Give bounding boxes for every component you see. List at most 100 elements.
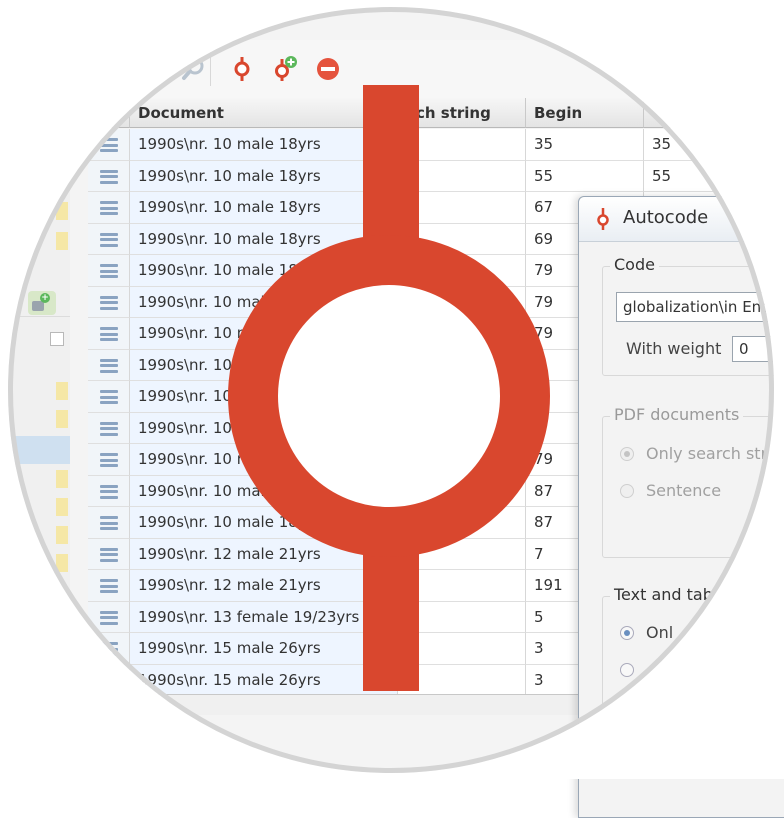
row-handle[interactable] xyxy=(88,255,130,287)
column-header-icon xyxy=(88,98,130,128)
column-header-label: Begin xyxy=(534,104,583,122)
sentence-option-radio[interactable] xyxy=(620,484,634,498)
drag-handle-icon xyxy=(100,642,118,656)
drag-handle-icon xyxy=(100,295,118,310)
cell-begin: 55 xyxy=(526,160,644,192)
row-handle[interactable] xyxy=(88,349,130,381)
row-handle[interactable] xyxy=(88,381,130,413)
row-handle[interactable] xyxy=(88,538,130,570)
tree-bar xyxy=(56,382,68,400)
cell-search-string xyxy=(398,412,526,444)
cell-search-string xyxy=(398,129,526,161)
new-document-icon[interactable]: + xyxy=(28,291,56,315)
row-handle[interactable] xyxy=(88,507,130,539)
row-handle[interactable] xyxy=(88,664,130,696)
drag-handle-icon xyxy=(100,610,118,625)
text-option-radio[interactable] xyxy=(620,626,634,640)
text-option-label: Onl xyxy=(646,623,674,642)
dialog-title: Autocode xyxy=(623,207,709,228)
cell-document: 1990s\nr. 15 male 26yrs xyxy=(130,664,398,696)
column-header-search-string[interactable]: ch string xyxy=(398,98,526,128)
cell-end: 35 xyxy=(644,129,784,161)
table-row[interactable]: 1990s\nr. 10 male 18yrs 55 55 xyxy=(88,160,784,192)
cell-search-string xyxy=(398,381,526,413)
cell-search-string xyxy=(398,318,526,350)
cell-search-string xyxy=(398,349,526,381)
row-handle[interactable] xyxy=(88,160,130,192)
cell-search-string xyxy=(398,507,526,539)
cell-document: 1990s\nr. 13 female 19/23yrs xyxy=(130,601,398,633)
code-combobox[interactable]: globalization\in Eng xyxy=(616,292,784,322)
drag-handle-icon xyxy=(100,579,118,593)
tree-bar xyxy=(56,410,68,428)
drag-handle-icon xyxy=(100,138,118,152)
cell-search-string xyxy=(398,192,526,224)
cell-search-string xyxy=(398,286,526,318)
cell-document: 1990s\nr. 10 m xyxy=(130,318,398,350)
cell-search-string xyxy=(398,223,526,255)
checkbox[interactable] xyxy=(50,332,64,346)
tree-bar xyxy=(56,554,68,572)
row-handle[interactable] xyxy=(88,475,130,507)
cell-search-string xyxy=(398,570,526,602)
column-header-begin[interactable]: Begin xyxy=(526,98,644,128)
text-option-radio-2[interactable] xyxy=(620,663,634,677)
tree-bar xyxy=(56,498,68,516)
drag-handle-icon xyxy=(100,327,118,341)
column-header-label: Document xyxy=(138,104,224,122)
text-group-label: Text and tab xyxy=(610,585,717,604)
drag-handle-icon xyxy=(100,201,118,215)
row-handle[interactable] xyxy=(88,318,130,350)
drag-handle-icon xyxy=(100,484,118,499)
row-handle[interactable] xyxy=(88,192,130,224)
cell-document: 1990s\nr. 15 male 26yrs xyxy=(130,633,398,665)
cell-document: 1990s\nr. 10 xyxy=(130,412,398,444)
drag-handle-icon xyxy=(100,264,118,278)
code-marker-icon xyxy=(597,208,609,230)
row-handle[interactable] xyxy=(88,633,130,665)
table-row[interactable]: 1990s\nr. 10 male 18yrs 35 35 xyxy=(88,129,784,161)
cell-search-string xyxy=(398,601,526,633)
column-header-document[interactable]: Document xyxy=(130,98,404,128)
code-marker-icon xyxy=(234,57,250,81)
remove-icon xyxy=(317,58,339,80)
cell-document: 1990s\nr. 10 male xyxy=(130,475,398,507)
tree-bar xyxy=(56,526,68,544)
cell-begin: 35 xyxy=(526,129,644,161)
tree-bar xyxy=(56,202,68,220)
remove-button[interactable] xyxy=(314,52,342,86)
search-button[interactable] xyxy=(180,52,208,86)
row-handle[interactable] xyxy=(88,286,130,318)
pdf-option-radio[interactable] xyxy=(620,447,634,461)
drag-handle-icon xyxy=(100,390,118,404)
pdf-group-label: PDF documents xyxy=(610,405,744,424)
cell-search-string xyxy=(398,633,526,665)
row-handle[interactable] xyxy=(88,601,130,633)
cell-search-string xyxy=(398,475,526,507)
row-handle[interactable] xyxy=(88,223,130,255)
row-handle[interactable] xyxy=(88,444,130,476)
code-button[interactable] xyxy=(228,52,256,86)
plus-icon: + xyxy=(40,293,50,303)
row-handle[interactable] xyxy=(88,570,130,602)
search-icon xyxy=(182,57,204,80)
pdf-option-label: Only search str xyxy=(646,444,768,463)
drag-handle-icon xyxy=(100,421,118,436)
cell-search-string xyxy=(398,664,526,696)
weight-input[interactable]: 0 xyxy=(732,336,784,362)
row-handle[interactable] xyxy=(88,129,130,161)
cell-search-string xyxy=(398,160,526,192)
selected-item[interactable] xyxy=(8,436,70,464)
cell-document: 1990s\nr. 10 male 18 xyxy=(130,255,398,287)
add-code-button[interactable] xyxy=(272,52,300,86)
column-header-end[interactable] xyxy=(644,98,784,128)
toolbar xyxy=(70,40,770,98)
tree-bar xyxy=(56,232,68,250)
row-handle[interactable] xyxy=(88,412,130,444)
grid-scrollbar[interactable] xyxy=(88,694,584,715)
add-code-icon xyxy=(275,56,297,81)
cell-document: 1990s\nr. 10 male 18yrs xyxy=(130,129,398,161)
drag-handle-icon xyxy=(100,169,118,184)
drag-handle-icon xyxy=(100,673,118,688)
tree-bar xyxy=(56,470,68,488)
